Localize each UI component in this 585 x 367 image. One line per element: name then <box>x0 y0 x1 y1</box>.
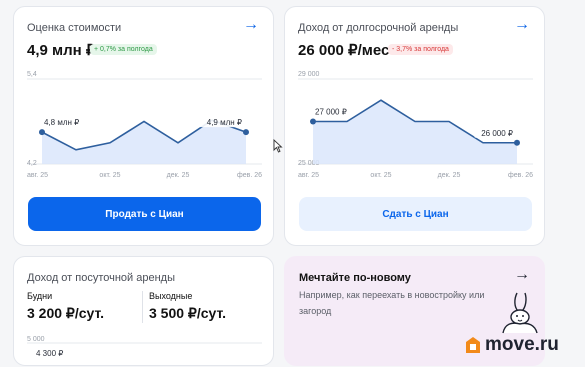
rabbit-illustration-icon <box>502 292 538 334</box>
valuation-chart: 5,4 4,2 авг. 25 окт. 25 дек. 25 фев. 26 4,8 мл… <box>27 71 262 179</box>
y-tick-label: 29 000 <box>298 71 320 78</box>
data-label: 4,9 млн ₽ <box>207 118 242 127</box>
long-rent-chart: 29 00025 000авг. 25 окт. 25 дек. 25 фев. 26… <box>298 71 533 179</box>
x-tick-label: фев. 26 <box>237 172 262 179</box>
data-point <box>243 129 249 136</box>
promo-text: Например, как переехать в новостройку ил… <box>299 290 485 316</box>
rent-out-button[interactable]: Сдать с Циан <box>299 197 532 231</box>
x-tick-label: дек. 25 <box>167 172 190 179</box>
data-label: 4,8 млн ₽ <box>44 118 79 127</box>
data-point <box>310 118 316 125</box>
x-tick-label: авг. 25 <box>298 172 319 179</box>
y-tick-label: 5,4 <box>27 71 37 78</box>
x-tick-label: дек. 25 <box>438 172 461 179</box>
valuation-card[interactable]: Оценка стоимости → 4,9 млн ₽ + 0,7% за п… <box>13 6 274 246</box>
x-tick-label: авг. 25 <box>27 172 48 179</box>
arrow-right-icon[interactable]: → <box>514 267 530 283</box>
sell-button[interactable]: Продать с Циан <box>28 197 261 231</box>
data-label: 26 000 ₽ <box>481 129 513 138</box>
x-tick-label: фев. 26 <box>508 172 533 179</box>
house-logo-icon <box>466 337 480 353</box>
move-ru-logo: move.ru <box>465 334 559 356</box>
data-label: 4 300 ₽ <box>36 349 63 358</box>
y-tick-label: 4,2 <box>27 160 37 167</box>
x-tick-label: окт. 25 <box>370 172 391 179</box>
daily-rent-card[interactable]: Доход от посуточной аренды Будни 3 200 ₽… <box>13 256 274 366</box>
promo-title: Мечтайте по-новому <box>299 272 411 284</box>
data-label: 27 000 ₽ <box>315 108 347 117</box>
data-point <box>39 129 45 136</box>
long-rent-card[interactable]: Доход от долгосрочной аренды → 26 000 ₽/… <box>284 6 545 246</box>
mouse-cursor-icon <box>273 139 283 153</box>
logo-text: move.ru <box>485 334 559 355</box>
data-point <box>514 139 520 146</box>
daily-rent-chart: 5 000 4 300 ₽ <box>27 336 262 358</box>
y-tick-label: 5 000 <box>27 336 45 343</box>
x-tick-label: окт. 25 <box>99 172 120 179</box>
